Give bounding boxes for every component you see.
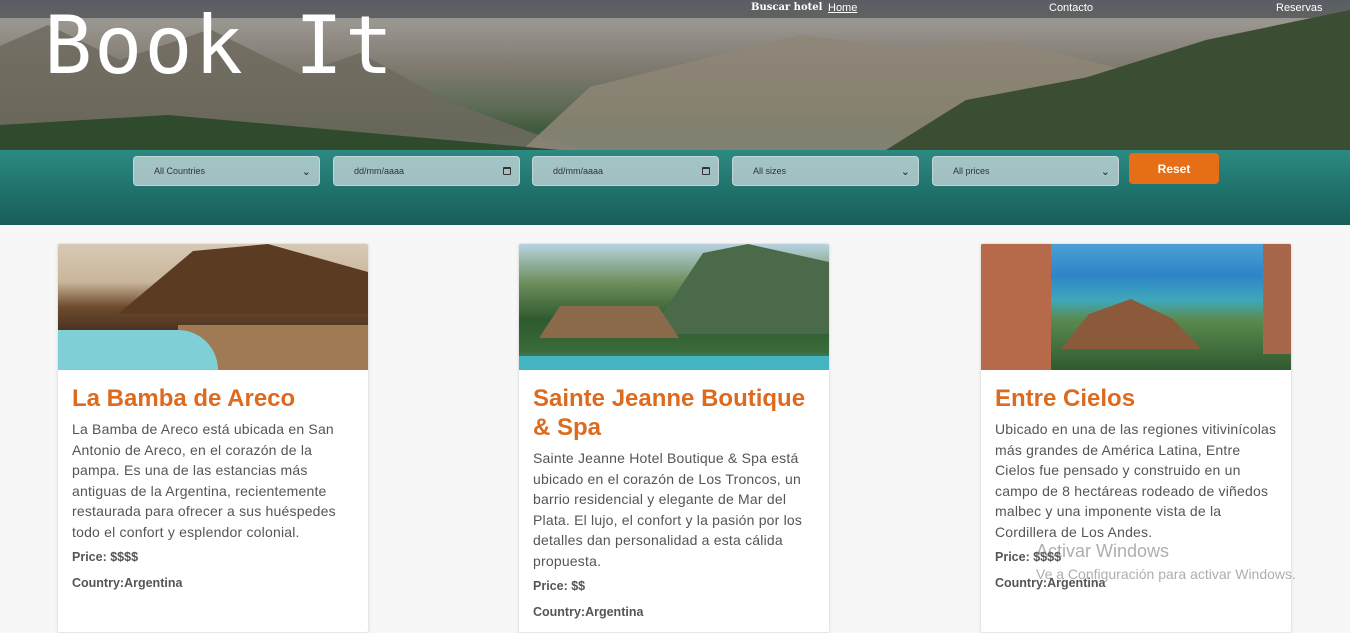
- chevron-down-icon: ⌄: [1100, 165, 1110, 178]
- hotel-country: Country:Argentina: [72, 576, 183, 590]
- hill-shape: [649, 244, 829, 334]
- date-to-input[interactable]: dd/mm/aaaa: [532, 156, 719, 186]
- hut-shape: [539, 306, 679, 338]
- activation-watermark: Activar Windows Ve a Configuración para …: [1036, 541, 1296, 582]
- chevron-down-icon: ⌄: [301, 165, 311, 178]
- hotel-image: [981, 244, 1291, 370]
- hotel-price: Price: $$: [533, 579, 586, 593]
- nav-search-hotel[interactable]: Buscar hotel: [751, 2, 822, 13]
- hotel-price: Price: $$$$: [72, 550, 139, 564]
- tower-shape: [1263, 244, 1291, 354]
- size-select[interactable]: All sizes ⌄: [732, 156, 919, 186]
- hotel-country: Country:Argentina: [533, 605, 644, 619]
- hotel-card[interactable]: La Bamba de Areco La Bamba de Areco está…: [57, 243, 369, 633]
- size-select-value: All sizes: [753, 166, 787, 176]
- nav-contact[interactable]: Contacto: [1049, 2, 1093, 14]
- hotel-description: Ubicado en una de las regiones vitiviníc…: [995, 421, 1277, 540]
- hotel-description: La Bamba de Areco está ubicada en San An…: [72, 421, 336, 540]
- roof-shape: [118, 244, 368, 314]
- nav-bookings[interactable]: Reservas: [1276, 2, 1322, 14]
- date-from-placeholder: dd/mm/aaaa: [354, 166, 405, 176]
- hotel-image: [519, 244, 829, 370]
- tower-shape: [981, 244, 1051, 370]
- reset-button[interactable]: Reset: [1129, 153, 1219, 184]
- hotel-name[interactable]: Entre Cielos: [995, 384, 1277, 413]
- rocks-shape: [1061, 299, 1201, 349]
- hotel-description: Sainte Jeanne Hotel Boutique & Spa está …: [533, 450, 803, 569]
- nav-home[interactable]: Home: [828, 2, 857, 14]
- hotel-name[interactable]: La Bamba de Areco: [72, 384, 354, 413]
- pool-shape: [58, 330, 218, 370]
- hero-banner: Buscar hotel Home Contacto Reservas Book…: [0, 0, 1350, 225]
- price-select[interactable]: All prices ⌄: [932, 156, 1119, 186]
- price-select-value: All prices: [953, 166, 990, 176]
- watermark-subtitle: Ve a Configuración para activar Windows.: [1036, 566, 1296, 582]
- hotel-card[interactable]: Sainte Jeanne Boutique & Spa Sainte Jean…: [518, 243, 830, 633]
- watermark-title: Activar Windows: [1036, 541, 1170, 561]
- country-select-value: All Countries: [154, 166, 206, 176]
- hotel-image: [58, 244, 368, 370]
- hotel-name[interactable]: Sainte Jeanne Boutique & Spa: [533, 384, 815, 442]
- chevron-down-icon: ⌄: [900, 165, 910, 178]
- calendar-icon[interactable]: [702, 167, 710, 175]
- date-from-input[interactable]: dd/mm/aaaa: [333, 156, 520, 186]
- water-shape: [519, 356, 829, 370]
- country-select[interactable]: All Countries ⌄: [133, 156, 320, 186]
- site-logo[interactable]: Book It: [44, 6, 395, 86]
- calendar-icon[interactable]: [503, 167, 511, 175]
- date-to-placeholder: dd/mm/aaaa: [553, 166, 604, 176]
